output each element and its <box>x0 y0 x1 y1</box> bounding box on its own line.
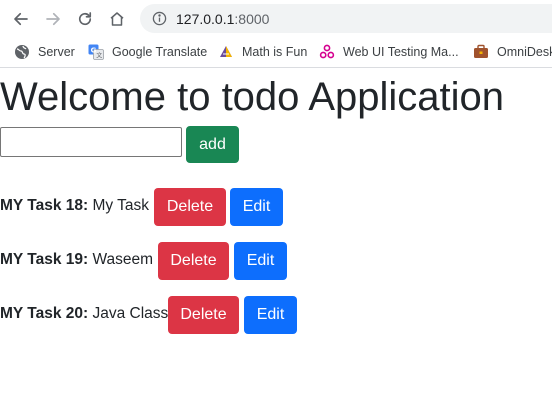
task-title: Waseem <box>92 251 154 268</box>
task-prefix: MY Task 19: <box>0 251 89 268</box>
bookmark-google-translate[interactable]: G 文 Google Translate <box>88 42 207 62</box>
address-bar[interactable]: 127.0.0.1:8000 <box>140 4 552 33</box>
page-title: Welcome to todo Application <box>0 75 505 119</box>
bookmark-omnidesk[interactable]: OmniDesk <box>473 42 552 62</box>
edit-button[interactable]: Edit <box>244 296 297 334</box>
task-item: MY Task 18: My Task Delete Edit <box>0 188 552 226</box>
bookmark-label: Web UI Testing Ma... <box>343 45 459 59</box>
bookmark-label: Math is Fun <box>242 45 308 59</box>
omnidesk-icon <box>473 44 489 60</box>
delete-button[interactable]: Delete <box>154 188 226 226</box>
url-host: 127.0.0.1 <box>176 10 235 27</box>
bookmark-math-is-fun[interactable]: Math is Fun <box>218 42 307 62</box>
task-item: MY Task 19: Waseem Delete Edit <box>0 242 552 280</box>
bookmark-web-ui-testing[interactable]: Web UI Testing Ma... <box>319 42 459 62</box>
task-prefix: MY Task 20: <box>0 305 89 322</box>
task-title: Java Class <box>92 305 169 322</box>
task-prefix: MY Task 18: <box>0 197 89 214</box>
edit-button[interactable]: Edit <box>230 188 283 226</box>
edit-button[interactable]: Edit <box>234 242 287 280</box>
task-title: My Task <box>92 197 150 214</box>
task-item: MY Task 20: Java Class Delete Edit <box>0 296 552 334</box>
bookmarks-bar: Server G 文 Google Translate Math is Fun <box>0 36 552 68</box>
add-button[interactable]: add <box>186 126 239 163</box>
url-text: 127.0.0.1:8000 <box>176 11 269 27</box>
back-arrow-icon[interactable] <box>8 6 34 32</box>
bookmark-label: Google Translate <box>112 45 208 59</box>
url-port: :8000 <box>234 10 270 27</box>
google-translate-icon: G 文 <box>88 44 104 60</box>
task-input[interactable] <box>0 127 182 157</box>
math-is-fun-icon <box>218 44 234 60</box>
delete-button[interactable]: Delete <box>158 242 229 280</box>
bookmark-label: OmniDesk <box>497 45 552 59</box>
bookmark-server[interactable]: Server <box>14 42 75 62</box>
svg-text:文: 文 <box>96 52 102 60</box>
task-text: MY Task 20: Java Class <box>0 305 168 323</box>
reload-icon[interactable] <box>72 6 98 32</box>
web-ui-testing-icon <box>319 44 335 60</box>
delete-button[interactable]: Delete <box>168 296 239 334</box>
task-text: MY Task 19: Waseem <box>0 251 153 269</box>
site-info-icon[interactable] <box>151 11 167 27</box>
browser-toolbar: 127.0.0.1:8000 <box>0 0 552 36</box>
home-icon[interactable] <box>104 6 130 32</box>
task-text: MY Task 18: My Task <box>0 197 149 215</box>
bookmark-label: Server <box>38 45 75 59</box>
globe-icon <box>14 44 30 60</box>
page-content: Welcome to todo Application add MY Task … <box>0 69 552 415</box>
forward-arrow-icon[interactable] <box>40 6 66 32</box>
